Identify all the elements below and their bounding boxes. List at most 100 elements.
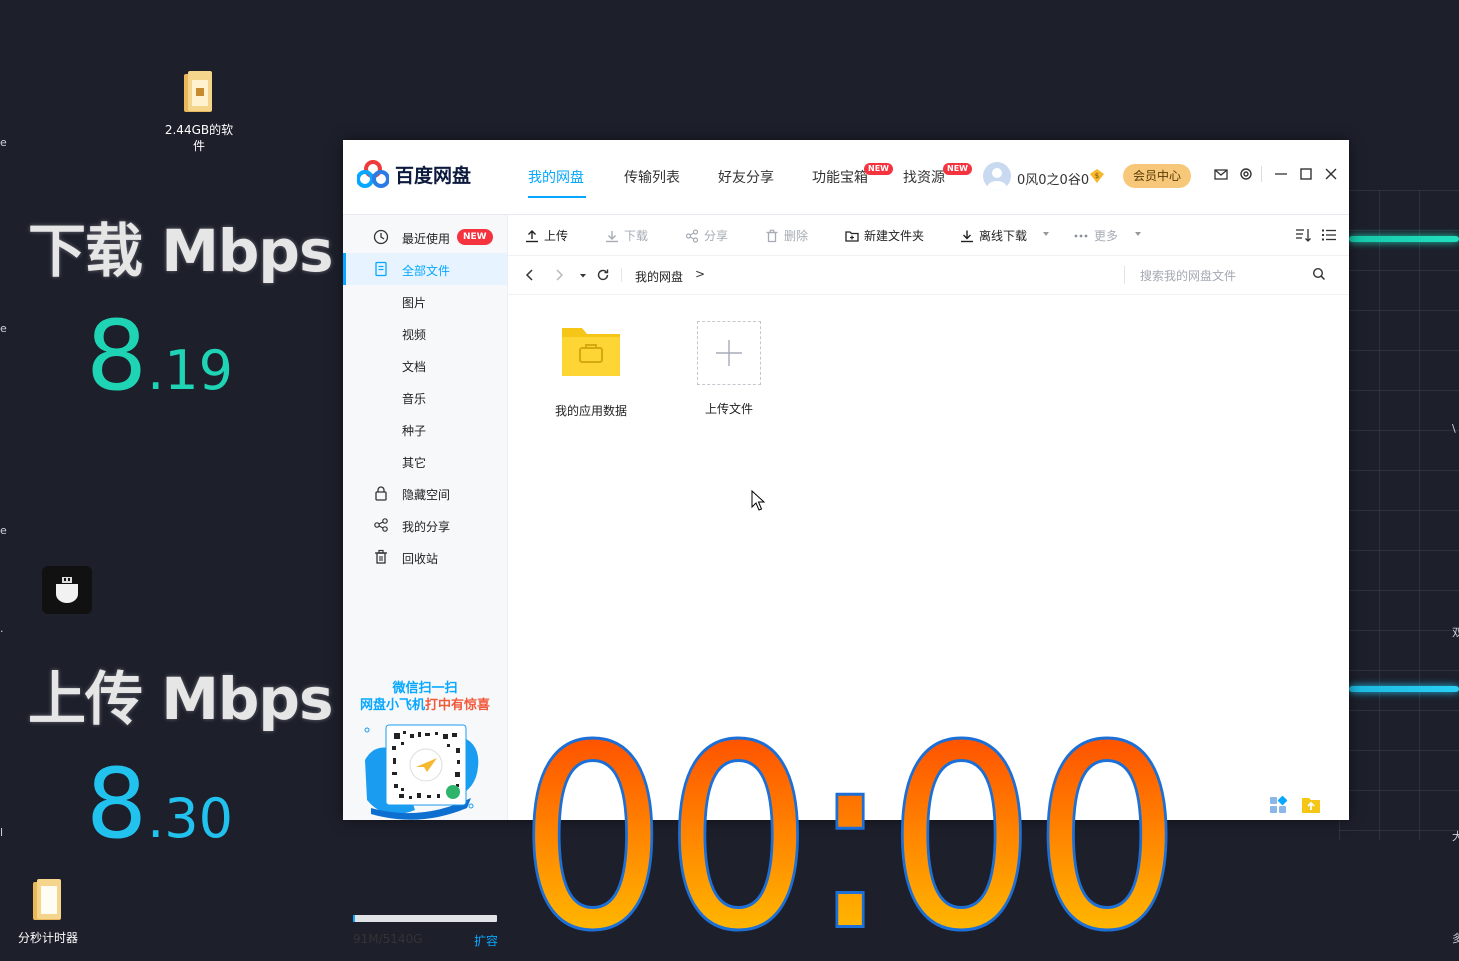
search-input[interactable]	[1138, 265, 1302, 287]
divider	[621, 268, 622, 282]
new-badge: NEW	[943, 163, 972, 175]
new-folder-button[interactable]: 新建文件夹	[845, 227, 924, 244]
desktop-icon-software-folder[interactable]: 2.44GB的软 件	[160, 70, 238, 154]
download-button[interactable]: 下载	[605, 227, 648, 244]
upload-tile-label: 上传文件	[704, 402, 753, 416]
offline-download-button[interactable]: 离线下载	[960, 227, 1027, 244]
clock-icon	[373, 229, 389, 245]
divider	[1261, 166, 1262, 182]
file-icon	[375, 261, 387, 277]
app-logo[interactable]: 百度网盘	[357, 160, 471, 188]
divider	[1124, 266, 1125, 284]
upload-speed-label: 上传 Mbps	[28, 665, 333, 733]
upload-speed-value: 8.30	[86, 748, 233, 860]
timer-text: 00:00	[520, 720, 1180, 960]
active-indicator	[343, 253, 346, 285]
sidebar-item-videos[interactable]: 视频	[343, 317, 507, 349]
sidebar-item-label: 全部文件	[402, 264, 451, 278]
breadcrumb-root[interactable]: 我的网盘	[635, 268, 683, 285]
sidebar-item-label: 最近使用	[402, 232, 451, 246]
sidebar-item-documents[interactable]: 文档	[343, 349, 507, 381]
plus-icon	[716, 340, 742, 366]
avatar[interactable]	[983, 162, 1011, 190]
desktop-text-fragment: .	[0, 622, 4, 635]
desktop-text-fragment: 大	[1452, 830, 1459, 843]
tab-feature-box[interactable]: 功能宝箱	[812, 167, 868, 187]
tab-my-netdisk[interactable]: 我的网盘	[528, 167, 584, 187]
share-button[interactable]: 分享	[685, 227, 728, 244]
baidu-netdisk-logo-icon	[357, 160, 389, 188]
chevron-down-icon[interactable]	[1135, 232, 1141, 236]
sidebar-item-torrents[interactable]: 种子	[343, 413, 507, 445]
chevron-down-icon[interactable]	[1043, 232, 1049, 236]
folder-item[interactable]: 我的应用数据	[548, 320, 634, 419]
sidebar-item-my-share[interactable]: 我的分享	[343, 509, 507, 541]
forward-icon[interactable]	[552, 268, 566, 282]
mail-icon[interactable]	[1214, 167, 1228, 181]
share-icon	[685, 228, 699, 243]
minimize-icon[interactable]	[1274, 167, 1288, 181]
offline-download-icon	[961, 230, 973, 242]
download-icon	[606, 230, 618, 242]
usb-device-icon[interactable]	[42, 566, 92, 614]
sidebar-item-hidden-space[interactable]: 隐藏空间	[343, 477, 507, 509]
active-tab-indicator	[528, 196, 586, 198]
tab-transfer-list[interactable]: 传输列表	[624, 167, 680, 187]
history-dropdown-icon[interactable]	[579, 268, 587, 282]
background-grid	[1339, 190, 1459, 840]
delete-button[interactable]: 删除	[765, 227, 808, 244]
desktop-icon-label: 分秒计时器	[17, 931, 78, 945]
maximize-icon[interactable]	[1299, 167, 1313, 181]
upload-file-tile[interactable]: 上传文件	[688, 321, 770, 417]
sidebar-item-others[interactable]: 其它	[343, 445, 507, 477]
sidebar-item-label: 其它	[402, 456, 427, 470]
promo-subtitle: 网盘小飞机打中有惊喜	[359, 698, 491, 713]
folder-name: 我的应用数据	[554, 404, 627, 418]
upload-folder-icon[interactable]	[1301, 795, 1321, 815]
breadcrumb-separator: >	[695, 267, 706, 281]
more-icon	[1074, 234, 1088, 237]
trash-icon	[375, 549, 387, 564]
desktop-text-fragment: e	[0, 524, 7, 537]
tab-friend-share[interactable]: 好友分享	[718, 167, 774, 187]
new-badge: NEW	[864, 163, 893, 175]
glow-line	[1349, 236, 1459, 242]
sidebar-item-all-files[interactable]: 全部文件	[343, 253, 507, 285]
vip-center-button[interactable]: 会员中心	[1123, 164, 1191, 188]
search-icon[interactable]	[1312, 267, 1326, 281]
folder-icon	[562, 328, 620, 376]
svg-text:$: $	[1095, 172, 1099, 180]
promo-qr-banner[interactable]	[361, 720, 486, 820]
coin-badge-icon[interactable]: $	[1089, 168, 1105, 184]
storage-text: 91M/5140G	[353, 932, 423, 946]
desktop-icon-label: 件	[192, 139, 205, 153]
download-speed-value: 8.19	[86, 300, 233, 412]
tab-find-resources[interactable]: 找资源	[903, 167, 945, 187]
desktop-icon-timer[interactable]: 分秒计时器	[8, 878, 88, 946]
sidebar-item-recent[interactable]: 最近使用 NEW	[343, 221, 507, 253]
new-folder-icon	[845, 230, 859, 242]
sidebar-item-label: 视频	[402, 328, 427, 342]
sidebar-item-images[interactable]: 图片	[343, 285, 507, 317]
more-button[interactable]: 更多	[1073, 227, 1118, 244]
desktop-text-fragment: 双	[1452, 626, 1459, 639]
upload-button[interactable]: 上传	[525, 227, 568, 244]
sidebar-item-music[interactable]: 音乐	[343, 381, 507, 413]
close-icon[interactable]	[1324, 167, 1338, 181]
storage-usage-bar	[353, 915, 497, 922]
refresh-icon[interactable]	[596, 268, 610, 282]
expand-storage-link[interactable]: 扩容	[474, 932, 498, 949]
back-icon[interactable]	[523, 268, 537, 282]
sidebar-item-label: 回收站	[402, 552, 439, 566]
list-view-icon[interactable]	[1321, 227, 1337, 243]
settings-icon[interactable]	[1239, 167, 1253, 181]
sort-icon[interactable]	[1295, 227, 1311, 243]
user-name[interactable]: 0风0之0谷0	[1017, 169, 1089, 188]
upload-placeholder-box	[697, 321, 761, 385]
mouse-cursor-icon	[751, 490, 765, 511]
desktop-text-fragment: l	[0, 826, 4, 839]
app-grid-icon[interactable]	[1269, 796, 1287, 814]
download-speed-label: 下载 Mbps	[28, 217, 333, 285]
sidebar-item-recycle-bin[interactable]: 回收站	[343, 541, 507, 573]
sidebar-item-label: 种子	[402, 424, 427, 438]
